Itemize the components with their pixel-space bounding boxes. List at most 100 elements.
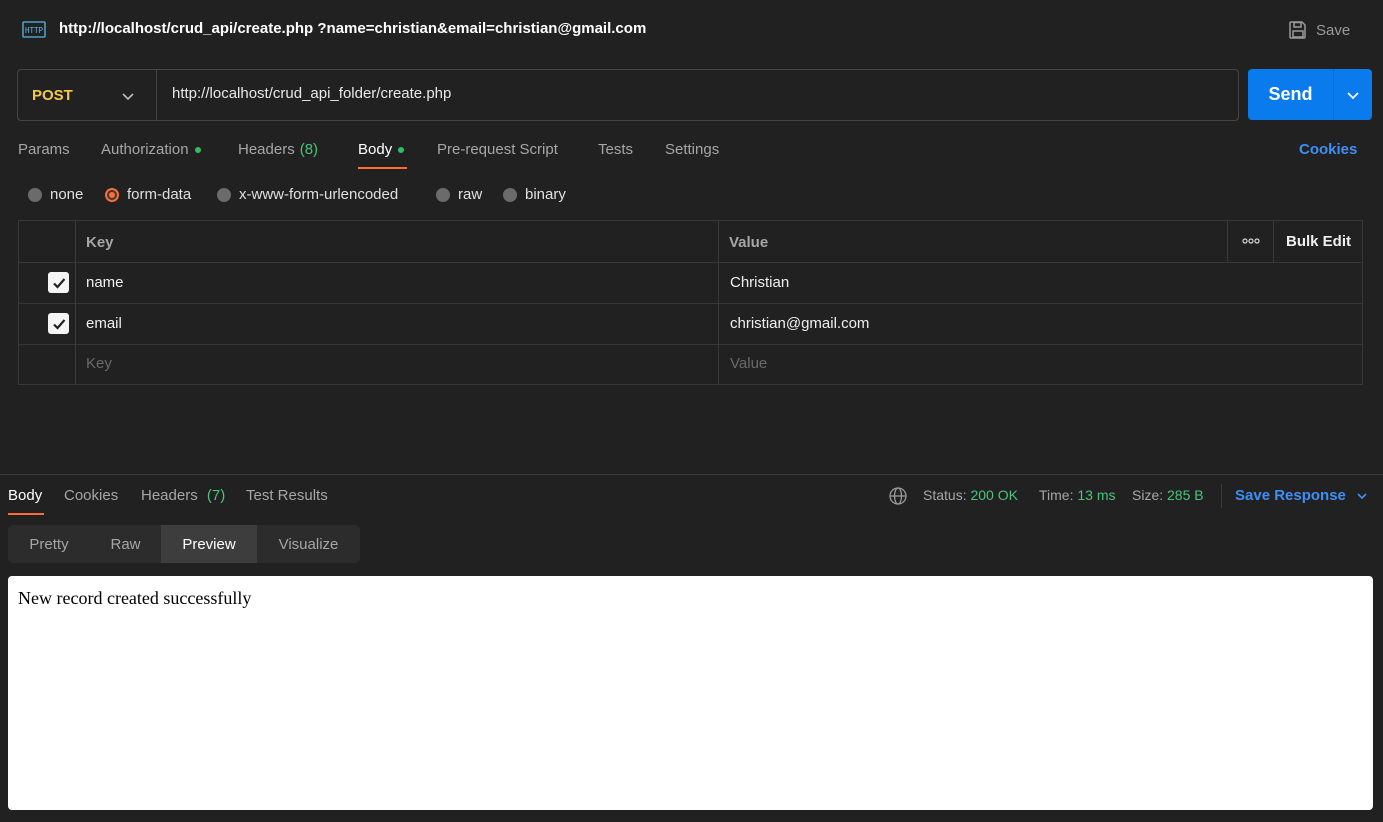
view-pretty[interactable]: Pretty bbox=[8, 525, 90, 563]
response-headers-count: (7) bbox=[206, 487, 226, 504]
response-divider[interactable] bbox=[0, 474, 1383, 475]
response-tab-headers[interactable]: Headers (7) bbox=[141, 487, 225, 504]
view-raw[interactable]: Raw bbox=[90, 525, 161, 563]
tab-settings-label: Settings bbox=[665, 141, 720, 158]
send-options-button[interactable] bbox=[1334, 69, 1372, 120]
floppy-disk-icon bbox=[1289, 21, 1306, 39]
tab-headers-label: Headers bbox=[238, 141, 295, 158]
radio-button bbox=[436, 187, 450, 202]
radio-button-selected bbox=[105, 187, 119, 202]
save-button[interactable]: Save bbox=[1288, 18, 1350, 42]
tab-headers[interactable]: Headers (8) bbox=[238, 141, 318, 158]
request-title[interactable]: http://localhost/crud_api/create.php ?na… bbox=[59, 20, 646, 37]
http-icon: HTTP bbox=[22, 21, 46, 38]
row-value[interactable]: christian@gmail.com bbox=[730, 315, 869, 332]
headers-count: (8) bbox=[299, 141, 319, 158]
tab-tests[interactable]: Tests bbox=[598, 141, 633, 158]
checkmark-icon bbox=[52, 318, 65, 330]
chevron-down-icon bbox=[1357, 492, 1367, 499]
view-visualize[interactable]: Visualize bbox=[257, 525, 360, 563]
chevron-down-icon bbox=[122, 93, 134, 101]
status-dot bbox=[398, 146, 405, 153]
preview-text: New record created successfully bbox=[18, 588, 252, 608]
radio-button bbox=[503, 187, 517, 202]
tab-authorization-label: Authorization bbox=[101, 141, 189, 158]
title-bar: HTTP http://localhost/crud_api/create.ph… bbox=[0, 0, 1383, 60]
divider bbox=[1227, 221, 1228, 262]
response-time: Time: 13 ms bbox=[1039, 487, 1116, 503]
row-key[interactable]: email bbox=[86, 315, 122, 332]
cookies-link[interactable]: Cookies bbox=[1299, 141, 1357, 158]
divider bbox=[1273, 221, 1274, 262]
divider bbox=[19, 262, 1362, 263]
bulk-edit-button[interactable]: Bulk Edit bbox=[1286, 233, 1351, 250]
view-preview[interactable]: Preview bbox=[161, 525, 257, 563]
checkmark-icon bbox=[52, 277, 65, 289]
key-column-header: Key bbox=[86, 234, 114, 251]
globe-icon[interactable] bbox=[888, 486, 908, 506]
active-tab-indicator bbox=[358, 167, 407, 169]
time-value[interactable]: 13 ms bbox=[1077, 487, 1115, 503]
divider bbox=[75, 221, 76, 384]
row-enabled-checkbox[interactable] bbox=[48, 272, 69, 293]
size-value[interactable]: 285 B bbox=[1167, 487, 1204, 503]
tab-body[interactable]: Body bbox=[358, 141, 405, 158]
send-button[interactable]: Send bbox=[1248, 69, 1334, 120]
chevron-down-icon bbox=[1347, 91, 1359, 99]
divider bbox=[19, 303, 1362, 304]
method-label: POST bbox=[32, 86, 73, 104]
form-data-table: Key Value Bulk Edit name Christian email… bbox=[18, 220, 1363, 385]
save-response-button[interactable]: Save Response bbox=[1235, 487, 1368, 504]
radio-button bbox=[28, 187, 42, 202]
response-view-selector: Pretty Raw Preview Visualize bbox=[8, 525, 360, 563]
tab-pre-request-label: Pre-request Script bbox=[437, 141, 558, 158]
tab-pre-request-script[interactable]: Pre-request Script bbox=[437, 141, 558, 158]
response-size: Size: 285 B bbox=[1132, 487, 1204, 503]
body-type-none[interactable]: none bbox=[28, 186, 83, 203]
body-type-binary[interactable]: binary bbox=[503, 186, 566, 203]
status-dot bbox=[194, 146, 201, 153]
new-key-input[interactable]: Key bbox=[86, 355, 112, 372]
body-type-form-data-label: form-data bbox=[127, 186, 192, 203]
save-response-label: Save Response bbox=[1235, 487, 1346, 504]
row-key[interactable]: name bbox=[86, 274, 124, 291]
body-type-form-data[interactable]: form-data bbox=[105, 186, 191, 203]
tab-params[interactable]: Params bbox=[18, 141, 70, 158]
response-status: Status: 200 OK bbox=[923, 487, 1018, 503]
active-tab-indicator bbox=[8, 513, 44, 515]
response-tab-body[interactable]: Body bbox=[8, 487, 42, 504]
divider bbox=[19, 344, 1362, 345]
response-preview-pane: New record created successfully bbox=[8, 576, 1373, 810]
new-value-input[interactable]: Value bbox=[730, 355, 767, 372]
divider bbox=[1221, 484, 1222, 508]
svg-text:HTTP: HTTP bbox=[25, 26, 44, 35]
time-label: Time: bbox=[1039, 487, 1074, 503]
tab-settings[interactable]: Settings bbox=[665, 141, 719, 158]
send-button-group: Send bbox=[1248, 69, 1372, 120]
status-value[interactable]: 200 OK bbox=[970, 487, 1017, 503]
body-type-raw[interactable]: raw bbox=[436, 186, 482, 203]
url-bar: POST http://localhost/crud_api_folder/cr… bbox=[17, 69, 1239, 121]
value-column-header: Value bbox=[729, 234, 769, 251]
radio-button bbox=[217, 187, 231, 202]
method-select[interactable]: POST bbox=[18, 70, 157, 120]
url-input[interactable]: http://localhost/crud_api_folder/create.… bbox=[172, 85, 451, 102]
row-enabled-checkbox[interactable] bbox=[48, 313, 69, 334]
body-type-raw-label: raw bbox=[458, 186, 483, 203]
body-type-urlencoded-label: x-www-form-urlencoded bbox=[239, 186, 399, 203]
tab-tests-label: Tests bbox=[598, 141, 634, 158]
more-options-icon[interactable] bbox=[1241, 233, 1261, 249]
response-tab-headers-label: Headers bbox=[141, 487, 198, 504]
size-label: Size: bbox=[1132, 487, 1164, 503]
status-label: Status: bbox=[923, 487, 967, 503]
response-tab-test-results[interactable]: Test Results bbox=[246, 487, 328, 504]
body-type-none-label: none bbox=[50, 186, 84, 203]
tab-body-label: Body bbox=[358, 141, 393, 158]
divider bbox=[718, 221, 719, 384]
tab-authorization[interactable]: Authorization bbox=[101, 141, 201, 158]
body-type-urlencoded[interactable]: x-www-form-urlencoded bbox=[217, 186, 398, 203]
response-tab-cookies[interactable]: Cookies bbox=[64, 487, 118, 504]
body-type-binary-label: binary bbox=[525, 186, 566, 203]
tab-params-label: Params bbox=[18, 141, 70, 158]
row-value[interactable]: Christian bbox=[730, 274, 789, 291]
